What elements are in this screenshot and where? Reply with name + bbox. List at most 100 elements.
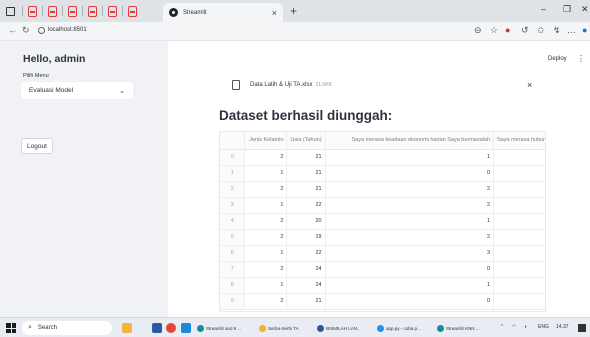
table-cell[interactable]	[493, 261, 545, 278]
taskbar-app[interactable]: BISMILAH LAN...	[316, 322, 361, 334]
table-cell[interactable]: 21	[286, 165, 326, 182]
table-row[interactable]: 8 1 24 1	[220, 277, 545, 294]
row-index-cell[interactable]: 3	[220, 197, 246, 214]
main-menu-icon[interactable]: ⋮	[577, 54, 585, 63]
row-index-cell[interactable]: 0	[220, 149, 246, 166]
table-cell[interactable]: 19	[286, 229, 326, 246]
table-cell[interactable]: 1	[325, 213, 495, 230]
dataframe[interactable]: Jenis Kelamin Usia (Tahun) Saya merasa k…	[219, 131, 546, 312]
reload-icon[interactable]: ↻	[22, 25, 30, 36]
table-row[interactable]: 2 2 21 2	[220, 181, 545, 198]
table-cell[interactable]: 2	[244, 181, 288, 198]
edge-icon[interactable]	[181, 323, 191, 333]
extension-red-icon[interactable]: ●	[505, 25, 510, 35]
tab-overview-icon[interactable]	[4, 5, 17, 18]
close-window-icon[interactable]: ✕	[581, 4, 589, 15]
windows-start-icon[interactable]	[6, 323, 16, 333]
column-header[interactable]: Usia (Tahun)	[286, 132, 326, 150]
tab-close-icon[interactable]: ×	[272, 8, 277, 18]
table-cell[interactable]	[493, 213, 545, 230]
table-cell[interactable]: 21	[286, 181, 326, 198]
table-cell[interactable]: 0	[325, 293, 495, 310]
new-tab-button[interactable]: +	[290, 4, 297, 18]
table-cell[interactable]	[493, 181, 545, 198]
taskbar-search[interactable]: ⌕ Search	[22, 321, 112, 335]
taskbar-app[interactable]: Serba-Serbi TA	[258, 322, 299, 334]
table-row[interactable]: 0 2 21 1	[220, 149, 545, 166]
pdf-tab-icon[interactable]	[108, 5, 117, 17]
column-header-index[interactable]	[220, 132, 246, 150]
pdf-tab-icon[interactable]	[88, 5, 97, 17]
column-header[interactable]: Jenis Kelamin	[244, 132, 288, 150]
table-row[interactable]: 6 1 22 3	[220, 245, 545, 262]
table-cell[interactable]: 24	[286, 277, 326, 294]
row-index-cell[interactable]: 1	[220, 165, 246, 182]
pdf-tab-icon[interactable]	[48, 5, 57, 17]
table-cell[interactable]	[493, 293, 545, 310]
table-cell[interactable]: 20	[286, 213, 326, 230]
table-cell[interactable]: 2	[244, 229, 288, 246]
extension-icon[interactable]: ↺	[521, 25, 529, 36]
table-cell[interactable]	[493, 245, 545, 262]
menu-select[interactable]: Evaluasi Model ⌄	[21, 82, 133, 99]
table-row[interactable]: 5 2 19 2	[220, 229, 545, 246]
row-index-cell[interactable]: 2	[220, 181, 246, 198]
zoom-icon[interactable]: ⊖	[474, 25, 482, 36]
table-cell[interactable]: 3	[325, 245, 495, 262]
row-index-cell[interactable]: 7	[220, 261, 246, 278]
notification-icon[interactable]	[578, 324, 586, 332]
file-explorer-icon[interactable]	[152, 323, 162, 333]
table-cell[interactable]: 2	[244, 293, 288, 310]
row-index-cell[interactable]: 6	[220, 245, 246, 262]
table-cell[interactable]	[493, 277, 545, 294]
more-icon[interactable]: …	[567, 25, 576, 35]
table-cell[interactable]: 0	[325, 165, 495, 182]
site-info-icon[interactable]	[38, 27, 45, 34]
deploy-button[interactable]: Deploy	[548, 56, 567, 62]
extensions-icon[interactable]: ↯	[553, 25, 561, 36]
table-cell[interactable]: 22	[286, 245, 326, 262]
table-cell[interactable]	[493, 197, 545, 214]
table-cell[interactable]: 1	[325, 149, 495, 166]
table-cell[interactable]: 1	[244, 165, 288, 182]
row-index-cell[interactable]: 8	[220, 277, 246, 294]
tray-chevron-icon[interactable]: ⌃	[500, 324, 504, 330]
row-index-cell[interactable]: 9	[220, 293, 246, 310]
table-cell[interactable]: 2	[244, 213, 288, 230]
table-row[interactable]: 9 2 21 0	[220, 293, 545, 310]
table-row[interactable]: 4 2 20 1	[220, 213, 545, 230]
row-index-cell[interactable]: 5	[220, 229, 246, 246]
taskbar-app[interactable]: Streamlit KNN ...	[436, 322, 480, 334]
taskbar-app[interactable]: Streamlit and 6 ...	[196, 322, 241, 334]
clock[interactable]: 14.37	[556, 324, 569, 330]
table-cell[interactable]: 0	[325, 261, 495, 278]
table-cell[interactable]: 21	[286, 149, 326, 166]
table-cell[interactable]	[493, 165, 545, 182]
table-cell[interactable]: 22	[286, 197, 326, 214]
table-row[interactable]: 3 1 22 2	[220, 197, 545, 214]
back-icon[interactable]: ←	[8, 25, 17, 35]
pdf-tab-icon[interactable]	[28, 5, 37, 17]
logout-button[interactable]: Logout	[21, 138, 53, 154]
table-cell[interactable]	[493, 229, 545, 246]
table-cell[interactable]: 1	[244, 197, 288, 214]
table-cell[interactable]: 2	[325, 197, 495, 214]
table-cell[interactable]: 2	[325, 181, 495, 198]
minimize-icon[interactable]: –	[541, 4, 546, 14]
pdf-tab-icon[interactable]	[128, 5, 137, 17]
weather-icon[interactable]	[122, 323, 132, 333]
network-icon[interactable]: ◠	[512, 324, 516, 330]
column-header[interactable]: Saya merasa hubun	[493, 132, 545, 150]
table-cell[interactable]: 24	[286, 261, 326, 278]
maximize-icon[interactable]: ❐	[563, 4, 571, 15]
pdf-tab-icon[interactable]	[68, 5, 77, 17]
volume-icon[interactable]: ◖	[524, 324, 527, 330]
table-cell[interactable]: 2	[244, 149, 288, 166]
copilot-icon[interactable]: ●	[582, 25, 587, 35]
tab-streamlit[interactable]: Streamlit ×	[163, 3, 283, 22]
table-cell[interactable]: 1	[325, 277, 495, 294]
table-row[interactable]: 1 1 21 0	[220, 165, 545, 182]
chrome-icon[interactable]	[166, 323, 176, 333]
row-index-cell[interactable]: 4	[220, 213, 246, 230]
remove-file-icon[interactable]: ×	[527, 80, 532, 90]
